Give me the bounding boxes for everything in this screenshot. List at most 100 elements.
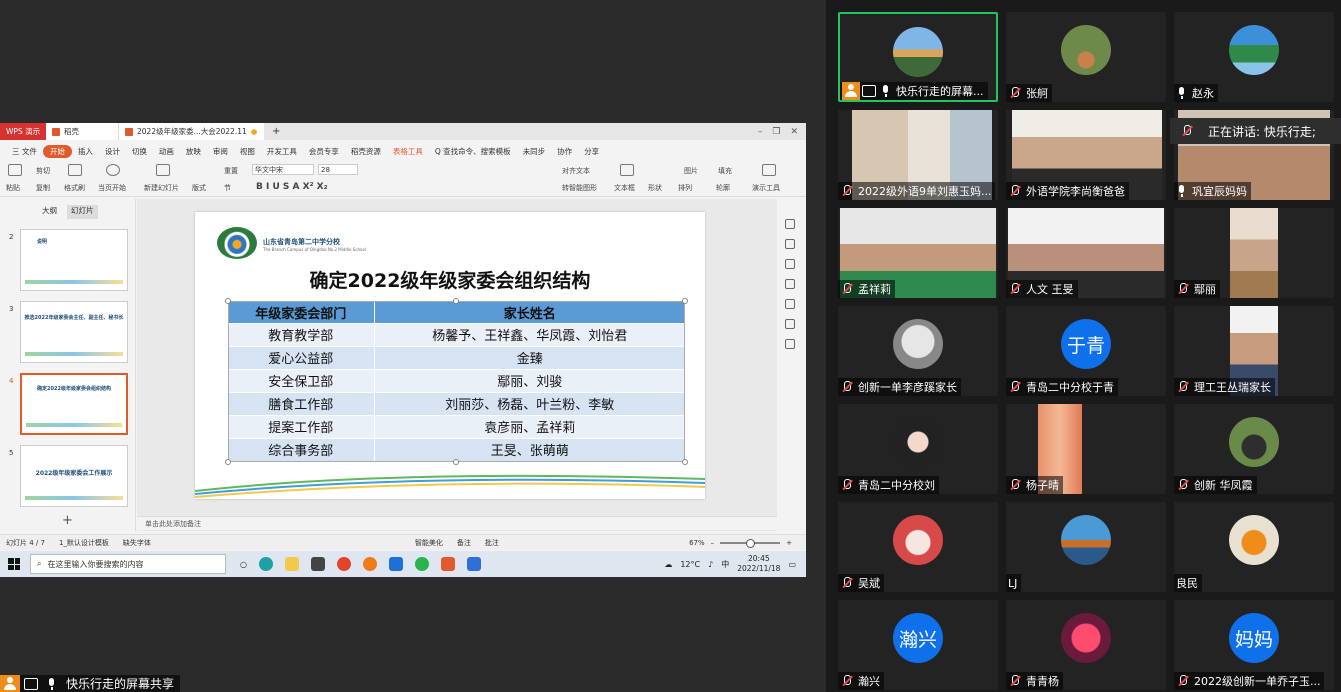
zoom-level[interactable]: 67% xyxy=(689,539,705,547)
menu-daoke-resources[interactable]: 稻壳资源 xyxy=(345,146,387,157)
tab-slides[interactable]: 幻灯片 xyxy=(67,205,98,219)
new-tab-button[interactable]: + xyxy=(264,126,288,137)
resize-handle[interactable] xyxy=(682,298,688,304)
section-button[interactable]: 节 xyxy=(224,183,231,193)
edge-icon[interactable] xyxy=(258,557,273,571)
volume-icon[interactable]: ♪ xyxy=(708,560,713,569)
comments-button[interactable]: 批注 xyxy=(485,538,499,548)
cut-button[interactable]: 剪切 xyxy=(36,166,50,176)
fill-button[interactable]: 填充 xyxy=(718,166,732,176)
participant-tile[interactable]: 张舸 xyxy=(1006,12,1166,102)
taskbar-search-input[interactable]: ⌕ 在这里输入你要搜索的内容 xyxy=(30,554,226,574)
sync-status[interactable]: 未同步 xyxy=(517,146,552,157)
meeting-app-icon[interactable] xyxy=(388,557,403,571)
participant-tile[interactable]: 外语学院李尚衡爸爸 xyxy=(1006,110,1166,200)
participant-tile[interactable]: 杨子晴 xyxy=(1006,404,1166,494)
menu-view[interactable]: 视图 xyxy=(234,146,261,157)
presentation-tools-icon[interactable] xyxy=(762,164,776,176)
participant-tile[interactable]: LJ xyxy=(1006,502,1166,592)
ime-indicator[interactable]: 中 xyxy=(721,559,729,570)
textbox-icon[interactable] xyxy=(620,164,634,176)
participant-tile[interactable]: 创新 华凤霞 xyxy=(1174,404,1334,494)
play-icon[interactable] xyxy=(106,164,120,176)
slide-thumbnail[interactable]: 说明 xyxy=(20,229,128,291)
command-search[interactable]: Q 查找命令、搜索模板 xyxy=(429,146,517,157)
participant-tile[interactable]: 人文 王旻 xyxy=(1006,208,1166,298)
participant-tile[interactable]: 2022级外语9单刘惠玉妈... xyxy=(838,110,998,200)
menu-table-tools[interactable]: 表格工具 xyxy=(387,146,429,157)
reset-button[interactable]: 重置 xyxy=(224,166,238,176)
participant-tile[interactable]: 瀚兴 瀚兴 xyxy=(838,600,998,690)
picture-button[interactable]: 图片 xyxy=(684,166,698,176)
zoom-slider[interactable] xyxy=(720,538,781,548)
align-text-button[interactable]: 对齐文本 xyxy=(562,166,590,176)
resize-handle[interactable] xyxy=(225,298,231,304)
participant-tile[interactable]: 创新一单李彦蹊家长 xyxy=(838,306,998,396)
add-slide-button[interactable]: + xyxy=(62,513,73,528)
notes-area[interactable]: 单击此处添加备注 xyxy=(137,516,777,530)
layout-button[interactable]: 版式 xyxy=(192,183,206,193)
notes-button[interactable]: 备注 xyxy=(457,538,471,548)
menu-slideshow[interactable]: 放映 xyxy=(180,146,207,157)
participant-tile[interactable]: 赵永 xyxy=(1174,12,1334,102)
tab-outline[interactable]: 大纲 xyxy=(42,205,57,219)
new-slide-icon[interactable] xyxy=(156,164,170,176)
participant-tile[interactable]: 青青杨 xyxy=(1006,600,1166,690)
menu-file[interactable]: 三 文件 xyxy=(6,146,43,157)
tab-wps-home[interactable]: WPS 演示 xyxy=(0,123,46,140)
slide-thumbnail-selected[interactable]: 确定2022级年级家委会组织结构 xyxy=(20,373,128,435)
zoom-out-icon[interactable]: – xyxy=(711,539,715,547)
weather-temp[interactable]: 12°C xyxy=(680,560,700,569)
store-icon[interactable] xyxy=(310,557,325,571)
participant-tile[interactable]: 吴斌 xyxy=(838,502,998,592)
taskbar-clock[interactable]: 20:45 2022/11/18 xyxy=(737,554,780,574)
font-size-select[interactable]: 28 xyxy=(318,164,358,175)
participant-tile[interactable]: 孟祥莉 xyxy=(838,208,998,298)
menu-member[interactable]: 会员专享 xyxy=(303,146,345,157)
theme-name[interactable]: 1_默认设计模板 xyxy=(59,538,109,548)
format-buttons[interactable]: B I U S A X² X₂ xyxy=(256,182,328,192)
arrange-button[interactable]: 排列 xyxy=(678,183,692,193)
chrome-icon[interactable] xyxy=(336,557,351,571)
cortana-icon[interactable]: ○ xyxy=(240,560,247,569)
wps-ppt-icon[interactable] xyxy=(440,557,455,571)
minimize-icon[interactable]: – xyxy=(758,127,763,137)
participant-tile[interactable]: 快乐行走的屏幕... xyxy=(838,12,998,102)
tool-icon[interactable] xyxy=(785,299,795,309)
missing-font-button[interactable]: 缺失字体 xyxy=(123,538,151,548)
zoom-in-icon[interactable]: + xyxy=(786,539,792,547)
menu-transition[interactable]: 切换 xyxy=(126,146,153,157)
wechat-icon[interactable] xyxy=(414,557,429,571)
tool-icon[interactable] xyxy=(785,319,795,329)
format-painter-icon[interactable] xyxy=(68,164,82,176)
tool-icon[interactable] xyxy=(785,219,795,229)
participant-tile[interactable]: 妈妈 2022级创新一单乔子玉... xyxy=(1174,600,1334,690)
participant-tile[interactable]: 于青 青岛二中分校于青 xyxy=(1006,306,1166,396)
slide-thumbnail[interactable]: 推选2022年级家委会主任、副主任、秘书长 xyxy=(20,301,128,363)
outline-button[interactable]: 轮廓 xyxy=(716,183,730,193)
close-icon[interactable]: ✕ xyxy=(790,127,798,137)
paste-icon[interactable] xyxy=(8,164,22,176)
collab-button[interactable]: 协作 xyxy=(551,146,578,157)
menu-animation[interactable]: 动画 xyxy=(153,146,180,157)
explorer-icon[interactable] xyxy=(284,557,299,571)
wps-writer-icon[interactable] xyxy=(466,557,481,571)
windows-start-icon[interactable] xyxy=(8,558,20,570)
menu-developer[interactable]: 开发工具 xyxy=(261,146,303,157)
copy-button[interactable]: 复制 xyxy=(36,183,50,193)
smartart-button[interactable]: 转智能图形 xyxy=(562,183,597,193)
smart-beautify-button[interactable]: 智能美化 xyxy=(415,538,443,548)
tool-icon[interactable] xyxy=(785,259,795,269)
share-button[interactable]: 分享 xyxy=(578,146,605,157)
tab-daoke[interactable]: 稻壳 xyxy=(46,123,118,140)
tab-document[interactable]: 2022级年级家委...大会2022.11 ● xyxy=(118,123,264,140)
firefox-icon[interactable] xyxy=(362,557,377,571)
menu-insert[interactable]: 插入 xyxy=(72,146,99,157)
slide-title[interactable]: 确定2022级年级家委会组织结构 xyxy=(195,266,705,293)
menu-design[interactable]: 设计 xyxy=(99,146,126,157)
notification-icon[interactable]: ▭ xyxy=(788,560,796,569)
tool-icon[interactable] xyxy=(785,339,795,349)
tool-icon[interactable] xyxy=(785,239,795,249)
menu-home[interactable]: 开始 xyxy=(42,144,72,158)
slide-thumbnail[interactable]: 2022级年级家委会工作展示 xyxy=(20,445,128,507)
